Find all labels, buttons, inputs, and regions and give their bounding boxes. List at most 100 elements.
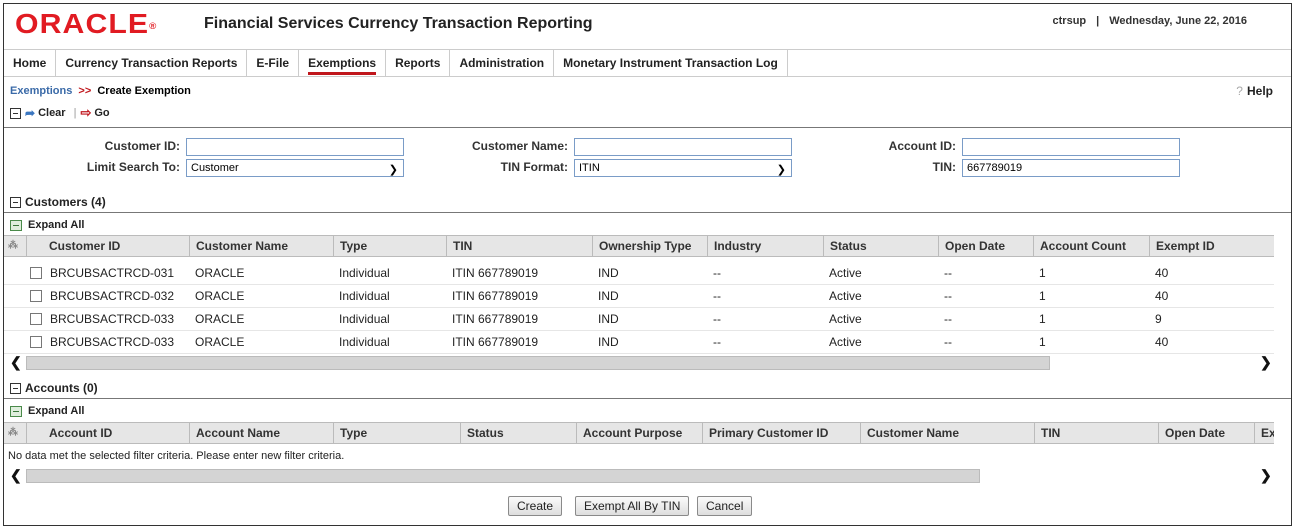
col-open-date[interactable]: Open Date: [938, 236, 1033, 257]
col-primary-customer-id[interactable]: Primary Customer ID: [702, 423, 860, 444]
col-type[interactable]: Type: [333, 236, 446, 257]
limit-search-select[interactable]: Customer ❯: [186, 159, 404, 177]
help-link[interactable]: ? Help: [1236, 84, 1273, 98]
customer-id-input[interactable]: [186, 138, 404, 156]
nav-reports[interactable]: Reports: [386, 50, 451, 77]
row-checkbox[interactable]: [30, 267, 42, 279]
collapse-icon[interactable]: [10, 107, 21, 119]
cell-ownership-type: IND: [598, 335, 619, 349]
col-tin[interactable]: TIN: [1034, 423, 1158, 444]
customers-horizontal-scrollbar[interactable]: ❮ ❯: [4, 354, 1274, 371]
scroll-right-icon[interactable]: ❯: [1260, 467, 1272, 484]
go-button[interactable]: ⇨ Go: [80, 105, 109, 121]
search-toolbar: ➦ Clear | ⇨ Go: [10, 105, 116, 121]
table-row[interactable]: BRCUBSACTRCD-032 ORACLE Individual ITIN …: [4, 285, 1274, 308]
cell-tin: ITIN 667789019: [452, 289, 539, 303]
clear-button[interactable]: ➦ Clear: [25, 106, 66, 120]
cell-ownership-type: IND: [598, 312, 619, 326]
cell-industry: --: [713, 312, 721, 326]
customers-section-header[interactable]: Customers (4): [10, 195, 106, 209]
row-checkbox[interactable]: [30, 336, 42, 348]
table-row[interactable]: BRCUBSACTRCD-031 ORACLE Individual ITIN …: [4, 262, 1274, 285]
nav-e-file[interactable]: E-File: [247, 50, 300, 77]
customers-grid-header: ⁂ Customer ID Customer Name Type TIN Own…: [4, 235, 1274, 257]
cell-open-date: --: [944, 335, 952, 349]
nav-administration[interactable]: Administration: [450, 50, 555, 77]
customer-name-input[interactable]: [574, 138, 792, 156]
scroll-right-icon[interactable]: ❯: [1260, 354, 1272, 371]
nav-exemptions[interactable]: Exemptions: [299, 50, 387, 77]
main-nav: Home Currency Transaction Reports E-File…: [4, 49, 1291, 77]
cell-status: Active: [829, 266, 862, 280]
exempt-all-by-tin-button[interactable]: Exempt All By TIN: [575, 496, 690, 516]
clear-icon: ➦: [25, 106, 36, 120]
toolbar-separator: |: [73, 107, 77, 119]
tree-column-header: ⁂: [4, 423, 26, 444]
scroll-left-icon[interactable]: ❮: [10, 354, 22, 371]
cell-type: Individual: [339, 312, 390, 326]
col-customer-name[interactable]: Customer Name: [189, 236, 333, 257]
cell-customer-id: BRCUBSACTRCD-033: [50, 312, 175, 326]
table-row[interactable]: BRCUBSACTRCD-033 ORACLE Individual ITIN …: [4, 308, 1274, 331]
cell-ownership-type: IND: [598, 266, 619, 280]
col-account-count[interactable]: Account Count: [1033, 236, 1149, 257]
cell-exempt-id: 40: [1155, 266, 1169, 280]
account-id-input[interactable]: [962, 138, 1180, 156]
scrollbar-thumb[interactable]: [26, 469, 980, 483]
clear-label: Clear: [38, 107, 66, 119]
customers-expand-all[interactable]: Expand All: [10, 219, 84, 231]
cell-industry: --: [713, 266, 721, 280]
app-title: Financial Services Currency Transaction …: [204, 15, 593, 32]
tin-label: TIN:: [932, 160, 956, 174]
col-tin[interactable]: TIN: [446, 236, 592, 257]
col-status[interactable]: Status: [823, 236, 938, 257]
col-open-date[interactable]: Open Date: [1158, 423, 1254, 444]
help-label: Help: [1246, 84, 1273, 98]
row-checkbox[interactable]: [30, 313, 42, 325]
go-label: Go: [94, 107, 110, 119]
limit-search-value: Customer: [191, 162, 239, 174]
accounts-section-header[interactable]: Accounts (0): [10, 381, 98, 395]
cell-customer-id: BRCUBSACTRCD-032: [50, 289, 175, 303]
cell-account-count: 1: [1039, 312, 1046, 326]
col-account-name[interactable]: Account Name: [189, 423, 333, 444]
col-type[interactable]: Type: [333, 423, 460, 444]
limit-search-label: Limit Search To:: [86, 160, 180, 174]
cell-industry: --: [713, 335, 721, 349]
col-customer-name[interactable]: Customer Name: [860, 423, 1034, 444]
tin-format-select[interactable]: ITIN ❯: [574, 159, 792, 177]
col-account-id[interactable]: Account ID: [26, 423, 189, 444]
cell-exempt-id: 9: [1155, 312, 1162, 326]
breadcrumb: Exemptions >> Create Exemption: [10, 85, 191, 97]
col-status[interactable]: Status: [460, 423, 576, 444]
tin-input[interactable]: [962, 159, 1180, 177]
nav-monetary-instrument-transaction-log[interactable]: Monetary Instrument Transaction Log: [554, 50, 788, 77]
app-header: ORACLE® Financial Services Currency Tran…: [4, 4, 1291, 44]
customer-name-label: Customer Name:: [471, 139, 568, 153]
col-exempt-id[interactable]: Exempt ID: [1149, 236, 1274, 257]
table-row[interactable]: BRCUBSACTRCD-033 ORACLE Individual ITIN …: [4, 331, 1274, 354]
nav-currency-transaction-reports[interactable]: Currency Transaction Reports: [56, 50, 248, 77]
col-account-purpose[interactable]: Account Purpose: [576, 423, 702, 444]
cell-open-date: --: [944, 312, 952, 326]
go-arrow-icon: ⇨: [80, 105, 92, 120]
breadcrumb-exemptions[interactable]: Exemptions: [10, 85, 72, 97]
account-id-label: Account ID:: [888, 139, 956, 153]
col-industry[interactable]: Industry: [707, 236, 823, 257]
cell-customer-name: ORACLE: [195, 266, 245, 280]
scrollbar-thumb[interactable]: [26, 356, 1050, 370]
scroll-left-icon[interactable]: ❮: [10, 467, 22, 484]
col-exempt[interactable]: Ex: [1254, 423, 1274, 444]
tree-column-header: ⁂: [4, 236, 26, 257]
col-customer-id[interactable]: Customer ID: [26, 236, 189, 257]
row-checkbox[interactable]: [30, 290, 42, 302]
create-button[interactable]: Create: [508, 496, 563, 516]
nav-home[interactable]: Home: [4, 50, 57, 77]
accounts-expand-all[interactable]: Expand All: [10, 405, 84, 417]
cell-ownership-type: IND: [598, 289, 619, 303]
cancel-button[interactable]: Cancel: [697, 496, 753, 516]
app-window: ORACLE® Financial Services Currency Tran…: [3, 3, 1292, 526]
accounts-horizontal-scrollbar[interactable]: ❮ ❯: [4, 467, 1274, 484]
col-ownership-type[interactable]: Ownership Type: [592, 236, 707, 257]
breadcrumb-current: Create Exemption: [97, 85, 191, 97]
